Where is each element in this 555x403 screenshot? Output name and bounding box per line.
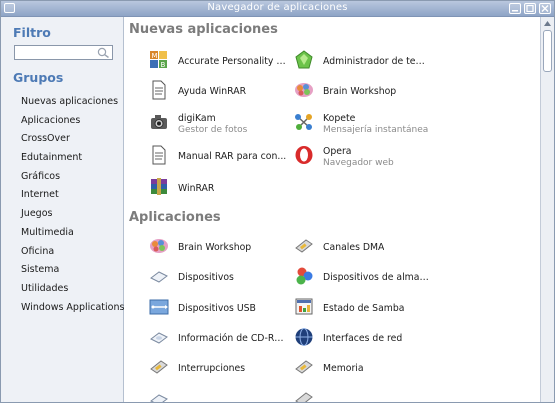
category-item[interactable]: Edutainment xyxy=(21,149,124,168)
app-name: Opera xyxy=(323,146,352,157)
category-item[interactable]: Windows Applications xyxy=(21,299,124,318)
app-item[interactable]: Dispositivos xyxy=(149,266,289,290)
app-name: Kopete xyxy=(323,113,356,124)
filter-heading: Filtro xyxy=(13,25,51,40)
app-description: Navegador web xyxy=(323,158,394,168)
app-window: Navegador de aplicaciones Filtro Grupos … xyxy=(0,0,555,403)
app-name: WinRAR xyxy=(178,183,215,194)
close-icon[interactable] xyxy=(539,3,551,14)
drive-icon xyxy=(150,271,168,283)
search-input[interactable] xyxy=(17,46,93,59)
applications-pane: Nuevas aplicaciones M B Accurate Persona… xyxy=(124,17,540,402)
svg-text:M: M xyxy=(152,52,158,60)
app-name: Brain Workshop xyxy=(178,242,252,253)
section-title-new: Nuevas aplicaciones xyxy=(129,22,278,37)
category-item[interactable]: Gráficos xyxy=(21,168,124,187)
window-title: Navegador de aplicaciones xyxy=(207,2,348,13)
app-item[interactable]: Brain Workshop xyxy=(294,80,434,104)
app-name: Estado de Samba xyxy=(323,303,405,314)
category-list: Nuevas aplicaciones Aplicaciones CrossOv… xyxy=(21,93,124,317)
dma-icon xyxy=(295,239,313,253)
storage-icon xyxy=(296,267,313,285)
title-bar[interactable]: Navegador de aplicaciones xyxy=(1,1,554,17)
document-icon xyxy=(152,145,166,165)
document-icon xyxy=(152,80,166,100)
app-name: Memoria xyxy=(323,363,364,374)
camera-icon xyxy=(151,115,167,129)
interrupts-icon xyxy=(150,360,168,374)
app-item[interactable]: Estado de Samba xyxy=(294,297,434,321)
category-item[interactable]: Oficina xyxy=(21,243,124,262)
cdrom-icon xyxy=(150,332,168,344)
app-name: Brain Workshop xyxy=(323,86,397,97)
app-item[interactable]: digiKam Gestor de fotos xyxy=(149,112,289,136)
app-item[interactable]: Ayuda WinRAR xyxy=(149,80,289,104)
app-item[interactable]: Información de CD-ROM xyxy=(149,327,289,351)
app-name: Información de CD-ROM xyxy=(178,333,288,344)
app-item[interactable]: M B Accurate Personality T... xyxy=(149,50,289,74)
vertical-scrollbar[interactable] xyxy=(540,17,554,402)
opera-icon xyxy=(295,146,313,164)
category-item[interactable]: CrossOver xyxy=(21,130,124,149)
app-name: digiKam xyxy=(178,113,216,124)
network-icon xyxy=(295,328,313,346)
app-item[interactable]: Canales DMA xyxy=(294,236,434,260)
partial-app-icon xyxy=(295,392,313,402)
category-item[interactable]: Internet xyxy=(21,186,124,205)
filter-field[interactable] xyxy=(14,45,113,60)
app-item[interactable]: Interfaces de red xyxy=(294,327,434,351)
maximize-icon[interactable] xyxy=(524,3,536,14)
app-item[interactable]: Administrador de tema... xyxy=(294,50,434,74)
app-item[interactable]: Memoria xyxy=(294,357,434,381)
app-item[interactable]: Dispositivos USB xyxy=(149,297,289,321)
app-description: Gestor de fotos xyxy=(178,125,248,135)
kopete-icon xyxy=(295,114,312,130)
winrar-icon xyxy=(151,178,167,195)
brain-icon xyxy=(150,239,168,253)
groups-heading: Grupos xyxy=(13,70,64,85)
sidebar: Filtro Grupos Nuevas aplicaciones Aplica… xyxy=(1,17,124,402)
app-item[interactable]: Opera Navegador web xyxy=(294,145,434,169)
samba-icon xyxy=(295,298,313,315)
app-item[interactable]: WinRAR xyxy=(149,177,289,201)
app-name: Interrupciones xyxy=(178,363,246,374)
theme-manager-icon xyxy=(295,50,313,69)
minimize-icon[interactable] xyxy=(509,3,521,14)
app-item[interactable]: Brain Workshop xyxy=(149,236,289,260)
app-name: Accurate Personality T... xyxy=(178,56,288,67)
app-name: Interfaces de red xyxy=(323,333,403,344)
app-item[interactable]: Interrupciones xyxy=(149,357,289,381)
category-item[interactable]: Juegos xyxy=(21,205,124,224)
usb-icon xyxy=(149,299,169,315)
app-description: Mensajería instantánea xyxy=(323,125,429,135)
scrollbar-thumb[interactable] xyxy=(543,30,552,72)
app-name: Dispositivos de almac... xyxy=(323,272,433,283)
category-item[interactable]: Nuevas aplicaciones xyxy=(21,93,124,112)
app-item[interactable]: Kopete Mensajería instantánea xyxy=(294,112,434,136)
category-item[interactable]: Sistema xyxy=(21,261,124,280)
memory-icon xyxy=(295,360,313,374)
category-item[interactable]: Aplicaciones xyxy=(21,112,124,131)
app-name: Dispositivos xyxy=(178,272,234,283)
category-item[interactable]: Utilidades xyxy=(21,280,124,299)
brain-icon xyxy=(295,83,313,97)
scroll-up-icon[interactable] xyxy=(542,18,553,29)
category-item[interactable]: Multimedia xyxy=(21,224,124,243)
app-item[interactable]: Dispositivos de almac... xyxy=(294,266,434,290)
search-icon[interactable] xyxy=(96,47,110,58)
app-name: Canales DMA xyxy=(323,242,385,253)
partial-app-icon xyxy=(150,394,168,402)
app-name: Ayuda WinRAR xyxy=(178,86,247,97)
personality-test-icon: M B xyxy=(150,51,167,69)
app-item[interactable]: Manual RAR para con... xyxy=(149,145,289,169)
app-name: Manual RAR para con... xyxy=(178,151,287,162)
section-title-applications: Aplicaciones xyxy=(129,210,221,225)
app-name: Administrador de tema... xyxy=(323,56,433,67)
svg-text:B: B xyxy=(161,61,166,69)
app-name: Dispositivos USB xyxy=(178,303,256,314)
